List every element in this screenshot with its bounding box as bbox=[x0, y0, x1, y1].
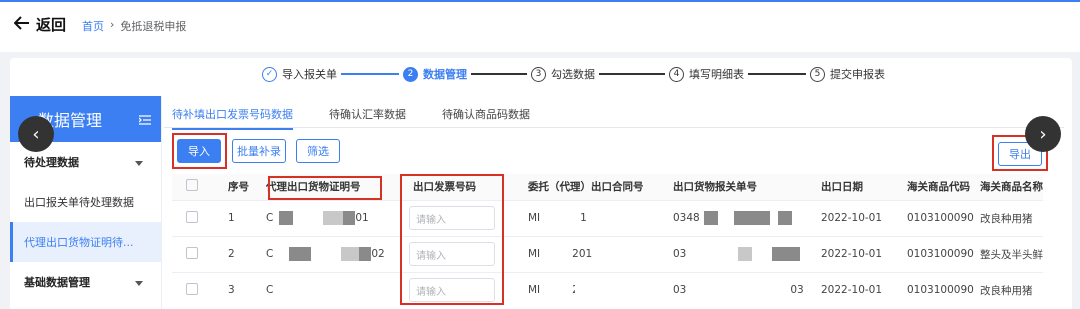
step-2: 2 数据管理 bbox=[403, 66, 467, 82]
batch-fill-button[interactable]: 批量补录 bbox=[232, 139, 286, 163]
redacted-block bbox=[733, 211, 770, 225]
highlight-box bbox=[400, 174, 504, 305]
caret-down-icon bbox=[135, 276, 143, 289]
arrow-left-icon bbox=[13, 15, 30, 34]
row-checkbox[interactable] bbox=[186, 282, 198, 295]
redacted-block bbox=[703, 211, 718, 225]
redaction-mask bbox=[690, 296, 790, 309]
breadcrumb-current: 免抵退税申报 bbox=[120, 20, 187, 33]
redacted-block bbox=[289, 247, 312, 261]
step-connector bbox=[471, 73, 527, 75]
breadcrumb: 首页 › 免抵退税申报 bbox=[82, 18, 186, 34]
breadcrumb-home[interactable]: 首页 bbox=[82, 18, 104, 34]
sidebar-item-agent-cert[interactable]: 代理出口货物证明待... bbox=[10, 222, 161, 262]
breadcrumb-separator: › bbox=[110, 18, 115, 31]
redacted-block bbox=[772, 247, 801, 261]
redaction-mask bbox=[575, 278, 665, 309]
select-all-checkbox[interactable] bbox=[186, 179, 198, 192]
carousel-prev-button[interactable]: ‹ bbox=[18, 116, 54, 152]
redacted-block bbox=[359, 247, 372, 261]
tab-bar: 待补填出口发票号码数据 待确认汇率数据 待确认商品码数据 bbox=[172, 100, 566, 130]
carousel-next-button[interactable]: › bbox=[1025, 116, 1061, 152]
check-icon: ✓ bbox=[262, 66, 277, 82]
back-button[interactable]: 返回 bbox=[13, 14, 66, 35]
step-1: ✓ 导入报关单 bbox=[262, 66, 337, 82]
caret-down-icon bbox=[135, 156, 143, 169]
step-connector bbox=[748, 73, 806, 75]
step-5: 5 提交申报表 bbox=[810, 66, 885, 82]
step-connector bbox=[341, 73, 399, 75]
redacted-block bbox=[738, 247, 753, 261]
redaction-mask bbox=[280, 296, 390, 309]
redacted-block bbox=[279, 211, 294, 225]
sidebar-item-declaration[interactable]: 出口报关单待处理数据 bbox=[10, 182, 161, 222]
redacted-block bbox=[777, 211, 792, 225]
row-checkbox[interactable] bbox=[186, 210, 198, 223]
tab-invoice[interactable]: 待补填出口发票号码数据 bbox=[172, 100, 293, 130]
filter-button[interactable]: 筛选 bbox=[296, 139, 340, 163]
tab-exchange-rate[interactable]: 待确认汇率数据 bbox=[329, 100, 406, 130]
chevron-left-icon: ‹ bbox=[32, 123, 40, 145]
tab-divider bbox=[164, 127, 1064, 128]
sidebar-group-basic[interactable]: 基础数据管理 bbox=[10, 262, 161, 302]
step-4: 4 填写明细表 bbox=[669, 66, 744, 82]
tab-product-code[interactable]: 待确认商品码数据 bbox=[442, 100, 530, 130]
step-progress: ✓ 导入报关单 2 数据管理 3 勾选数据 4 填写明细表 5 提交申报表 bbox=[262, 66, 885, 82]
redacted-block bbox=[343, 211, 356, 225]
highlight-box bbox=[268, 176, 382, 200]
menu-collapse-icon[interactable] bbox=[138, 110, 151, 129]
page-header: 返回 首页 › 免抵退税申报 bbox=[0, 2, 1080, 52]
highlight-box bbox=[172, 133, 227, 169]
table-row[interactable]: 1 C 01 请输入 MI 1 0348 2022-10-01 0103100090… bbox=[172, 199, 1043, 236]
step-3: 3 勾选数据 bbox=[531, 66, 595, 82]
step-connector bbox=[599, 73, 665, 75]
redacted-block bbox=[323, 211, 344, 225]
row-checkbox[interactable] bbox=[186, 246, 198, 259]
redacted-block bbox=[341, 247, 360, 261]
table-row[interactable]: 2 C 02 请输入 MI 201 03 2022-10-01 0103100090… bbox=[172, 235, 1043, 272]
chevron-right-icon: › bbox=[1039, 123, 1047, 145]
